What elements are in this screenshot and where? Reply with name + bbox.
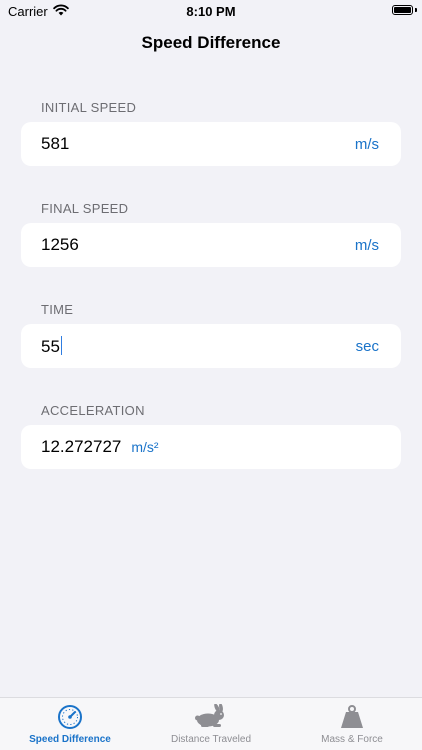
tab-label: Mass & Force [321,734,383,745]
initial-speed-unit: m/s [354,136,379,153]
tab-speed-difference[interactable]: Speed Difference [0,698,140,750]
final-speed-input[interactable]: 1256 [41,235,79,255]
time-input[interactable]: 55 [41,337,60,356]
tab-bar: Speed Difference Distance Traveled Mass … [0,697,422,750]
time-input-wrap[interactable]: 55 [41,336,63,357]
text-cursor [60,336,63,355]
acceleration-value: 12.272727 [41,437,122,456]
tab-distance-traveled[interactable]: Distance Traveled [141,698,281,750]
acceleration-unit: m/s² [131,439,159,455]
battery-cap [415,8,417,12]
initial-speed-field[interactable]: 581 m/s [21,122,401,166]
battery-icon [392,5,413,15]
final-speed-unit: m/s [354,237,379,254]
speedometer-icon [0,704,140,730]
tab-label: Speed Difference [29,734,111,745]
final-speed-label: FINAL SPEED [41,201,129,216]
time-unit: sec [355,338,379,355]
tab-mass-force[interactable]: Mass & Force [282,698,422,750]
time-field[interactable]: 55 sec [21,324,401,368]
weight-icon [282,704,422,730]
status-time: 8:10 PM [186,4,236,19]
acceleration-result: 12.272727 m/s² [41,437,159,457]
initial-speed-input[interactable]: 581 [41,134,69,154]
status-bar: Carrier 8:10 PM [0,0,422,24]
rabbit-icon [141,704,281,730]
time-label: TIME [41,302,74,317]
initial-speed-label: INITIAL SPEED [41,100,137,115]
acceleration-result-field: 12.272727 m/s² [21,425,401,469]
page-title: Speed Difference [141,33,281,52]
acceleration-label: ACCELERATION [41,403,145,418]
tab-label: Distance Traveled [170,734,252,745]
final-speed-field[interactable]: 1256 m/s [21,223,401,267]
